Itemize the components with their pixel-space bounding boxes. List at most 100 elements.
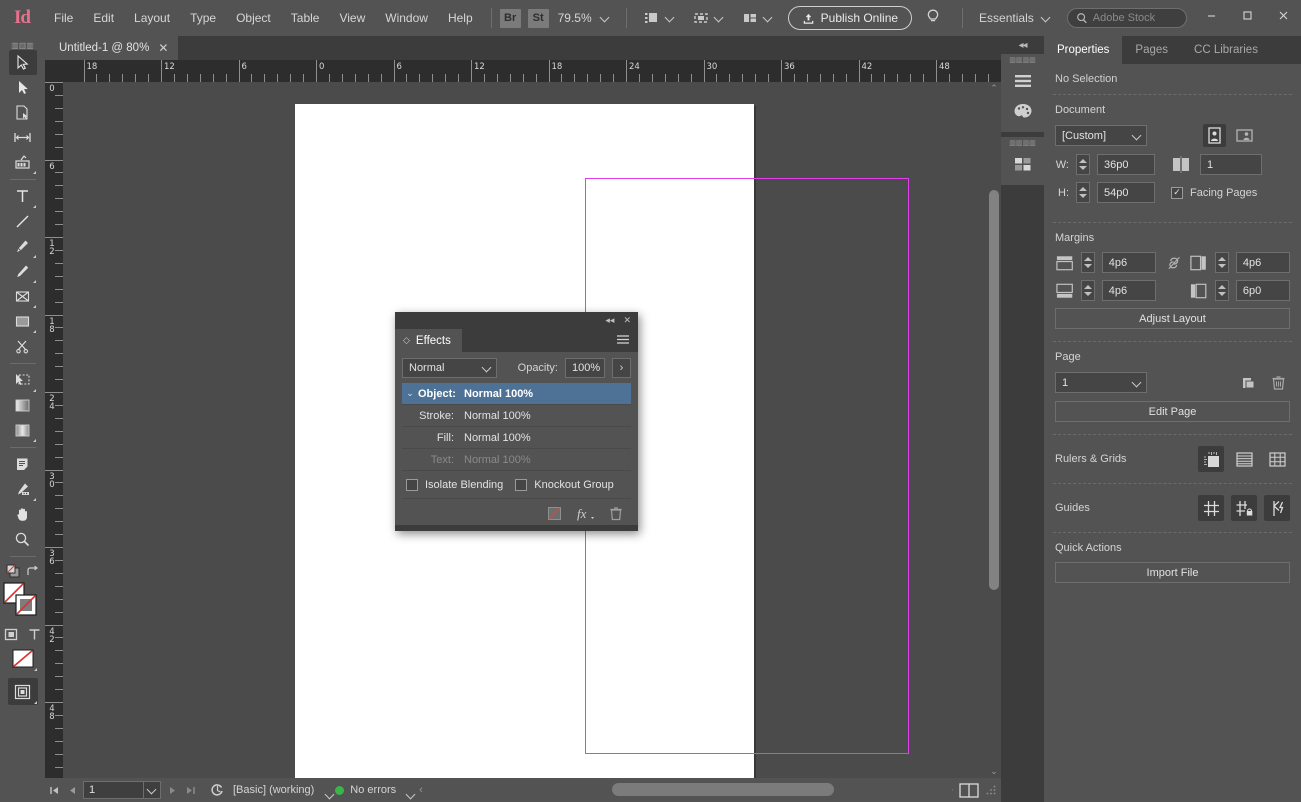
show-guides-button[interactable] — [1198, 495, 1224, 521]
gradient-swatch-tool[interactable] — [9, 393, 37, 418]
swatches-icon[interactable] — [1008, 96, 1038, 126]
menu-view[interactable]: View — [329, 0, 375, 36]
width-stepper[interactable] — [1076, 154, 1090, 175]
vertical-scrollbar[interactable]: ⌃ ⌄ — [987, 82, 1001, 778]
display-performance-button[interactable] — [684, 0, 733, 36]
publish-online-button[interactable]: Publish Online — [788, 6, 912, 30]
opacity-slider-button[interactable]: › — [612, 358, 631, 378]
effects-panel-menu-button[interactable] — [616, 334, 638, 348]
knockout-group-option[interactable]: Knockout Group — [515, 479, 614, 491]
effects-row-object[interactable]: ⌄ Object: Normal 100% — [402, 383, 631, 405]
scroll-up-icon[interactable]: ⌃ — [987, 82, 1001, 95]
stock-button[interactable]: St — [528, 9, 549, 28]
delete-effect-button[interactable] — [609, 506, 623, 524]
direct-selection-tool[interactable] — [9, 75, 37, 100]
zoom-dropdown-button[interactable] — [598, 13, 618, 23]
previous-page-button[interactable] — [63, 778, 81, 802]
menu-type[interactable]: Type — [180, 0, 226, 36]
pencil-tool[interactable] — [9, 259, 37, 284]
height-stepper[interactable] — [1076, 182, 1090, 203]
page-number-field[interactable]: 1 — [83, 781, 161, 799]
paragraph-styles-icon[interactable] — [1008, 66, 1038, 96]
toolbar-grip[interactable]: ▥▥▥ — [0, 40, 45, 50]
collapse-panel-icon[interactable]: ◂◂ — [605, 315, 614, 326]
disclosure-triangle-icon[interactable]: ⌄ — [402, 388, 418, 399]
last-page-button[interactable] — [181, 778, 199, 802]
show-rulers-button[interactable] — [1198, 446, 1224, 472]
help-tips-button[interactable] — [924, 7, 942, 30]
adjust-layout-button[interactable]: Adjust Layout — [1055, 308, 1290, 329]
menu-window[interactable]: Window — [375, 0, 438, 36]
knockout-group-checkbox[interactable] — [515, 479, 527, 491]
effects-row-stroke[interactable]: Stroke: Normal 100% — [402, 405, 631, 427]
menu-table[interactable]: Table — [281, 0, 330, 36]
maximize-button[interactable] — [1229, 0, 1265, 30]
menu-object[interactable]: Object — [226, 0, 281, 36]
opacity-field[interactable]: 100% — [565, 358, 605, 378]
margin-inside-stepper[interactable] — [1215, 252, 1229, 273]
tab-cc-libraries[interactable]: CC Libraries — [1181, 36, 1271, 64]
menu-edit[interactable]: Edit — [83, 0, 124, 36]
margin-bottom-stepper[interactable] — [1081, 280, 1095, 301]
tab-effects[interactable]: ◇ Effects — [395, 329, 462, 352]
selection-tool[interactable] — [9, 50, 37, 75]
document-tab[interactable]: Untitled-1 @ 80% ✕ — [45, 36, 178, 60]
close-button[interactable] — [1265, 0, 1301, 30]
clear-effects-button[interactable] — [547, 506, 562, 524]
isolate-blending-option[interactable]: Isolate Blending — [406, 479, 503, 491]
menu-layout[interactable]: Layout — [124, 0, 180, 36]
formatting-affects-container-icon[interactable] — [5, 563, 21, 579]
margin-outside-field[interactable]: 6p0 — [1236, 280, 1290, 301]
horizontal-ruler[interactable]: 1812606121824303642485 — [63, 60, 1001, 82]
first-page-button[interactable] — [45, 778, 63, 802]
gap-tool[interactable] — [9, 125, 37, 150]
gradient-feather-tool[interactable] — [9, 418, 37, 443]
collapse-dock-icon[interactable]: ◂◂ — [1001, 36, 1044, 54]
tab-properties[interactable]: Properties — [1044, 36, 1122, 64]
tab-pages[interactable]: Pages — [1122, 36, 1181, 64]
hand-tool[interactable] — [9, 502, 37, 527]
dock-group-grip-2[interactable]: ▥▥▥▥ — [1001, 137, 1044, 149]
line-tool[interactable] — [9, 209, 37, 234]
dock-group-grip[interactable]: ▥▥▥▥ — [1001, 54, 1044, 66]
page-tool[interactable] — [9, 100, 37, 125]
effects-row-fill[interactable]: Fill: Normal 100% — [402, 427, 631, 449]
ruler-origin-corner[interactable] — [45, 60, 63, 82]
margin-outside-stepper[interactable] — [1215, 280, 1229, 301]
add-effect-button[interactable]: fx — [576, 506, 595, 524]
margin-top-stepper[interactable] — [1081, 252, 1095, 273]
close-panel-icon[interactable]: ✕ — [623, 315, 631, 326]
edit-page-button[interactable]: Edit Page — [1055, 401, 1290, 422]
document-preset-dropdown[interactable]: [Custom] — [1055, 125, 1147, 146]
smart-guides-button[interactable] — [1264, 495, 1290, 521]
zoom-tool[interactable] — [9, 527, 37, 552]
baseline-grid-button[interactable] — [1231, 446, 1257, 472]
close-tab-icon[interactable]: ✕ — [158, 41, 168, 55]
link-margins-icon[interactable] — [1166, 254, 1182, 272]
scissors-tool[interactable] — [9, 334, 37, 359]
effects-panel-titlebar[interactable]: ◂◂ ✕ — [395, 312, 638, 329]
vertical-ruler[interactable]: 06121824303642485 — [45, 82, 63, 778]
swap-fill-stroke-icon[interactable] — [25, 565, 40, 578]
menu-help[interactable]: Help — [438, 0, 483, 36]
free-transform-tool[interactable] — [9, 368, 37, 393]
delete-page-button[interactable] — [1267, 371, 1290, 394]
margin-top-field[interactable]: 4p6 — [1102, 252, 1156, 273]
workspace-switcher[interactable]: Essentials — [971, 11, 1059, 25]
search-adobe-stock[interactable]: Adobe Stock — [1067, 8, 1187, 28]
blend-mode-dropdown[interactable]: Normal — [402, 358, 497, 378]
horizontal-scroll-thumb[interactable] — [612, 783, 834, 796]
menu-file[interactable]: File — [44, 0, 83, 36]
spread-view-icon[interactable] — [959, 783, 979, 798]
apply-none-button[interactable] — [8, 645, 38, 672]
normal-view-mode-button[interactable] — [8, 678, 38, 705]
minimize-button[interactable] — [1193, 0, 1229, 30]
facing-pages-checkbox[interactable]: ✓ — [1171, 187, 1183, 199]
note-tool[interactable] — [9, 452, 37, 477]
document-grid-button[interactable] — [1264, 446, 1290, 472]
orientation-landscape-button[interactable] — [1233, 124, 1256, 147]
orientation-portrait-button[interactable] — [1203, 124, 1226, 147]
pages-grid-icon[interactable] — [1008, 149, 1038, 179]
height-field[interactable]: 54p0 — [1097, 182, 1155, 203]
screen-mode-button[interactable] — [635, 0, 684, 36]
